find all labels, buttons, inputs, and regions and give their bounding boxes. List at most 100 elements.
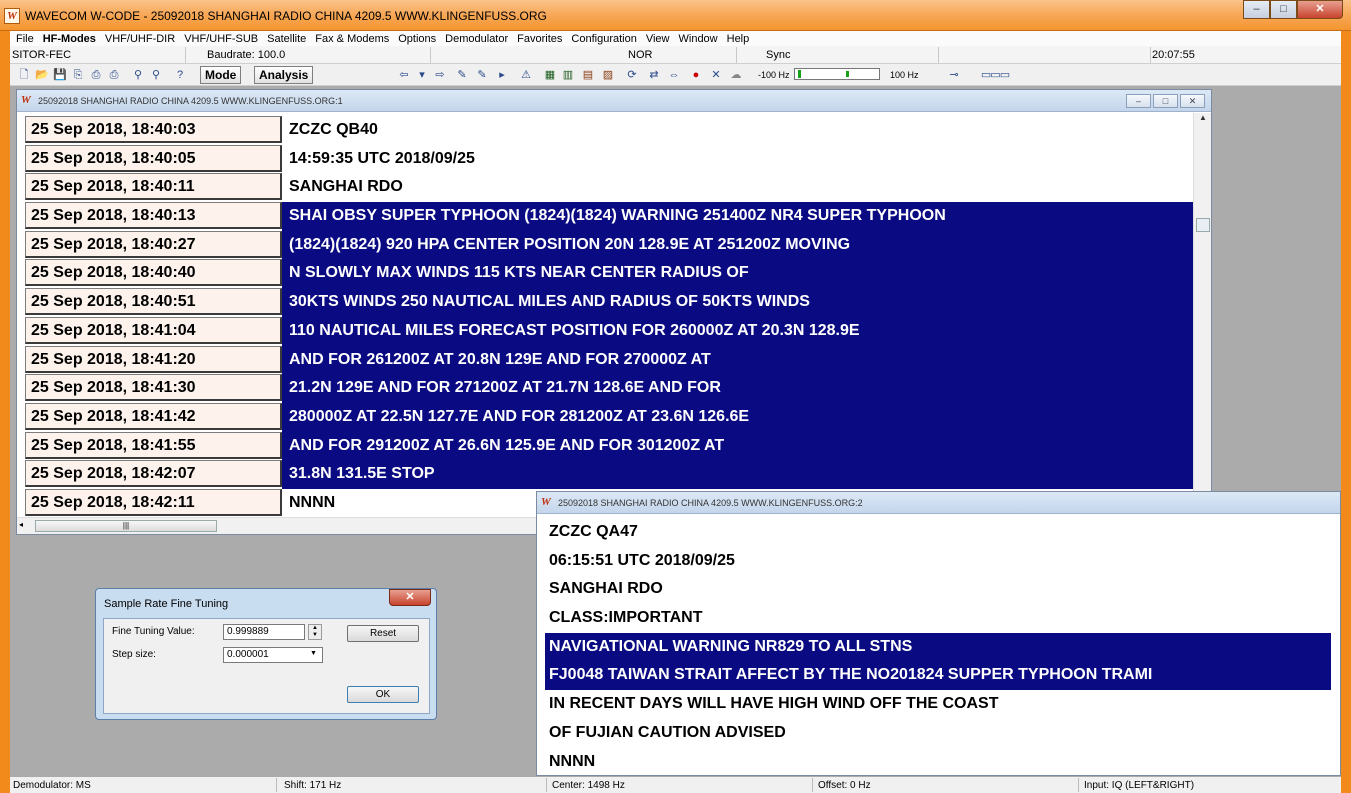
menu-satellite[interactable]: Satellite [267,33,306,45]
copy-icon[interactable]: ⎘ [70,67,86,83]
clear-all-icon[interactable]: ✎ [474,67,490,83]
child-close-button[interactable]: ✕ [1180,94,1205,108]
refresh-icon[interactable]: ⟳ [624,67,640,83]
list-item[interactable]: NNNN [545,748,1331,777]
play-icon[interactable]: ▸ [494,67,510,83]
minimize-button[interactable]: – [1243,0,1270,19]
zoom-slider-icon[interactable]: ⊸ [946,67,962,83]
table-row[interactable]: 25 Sep 2018, 18:40:11 SANGHAI RDO [25,173,1193,202]
menu-demodulator[interactable]: Demodulator [445,33,508,45]
timestamp-cell: 25 Sep 2018, 18:40:51 [25,288,282,316]
table-row[interactable]: 25 Sep 2018, 18:40:51 30KTS WINDS 250 NAU… [25,288,1193,317]
message-cell: 21.2N 129E AND FOR 271200Z AT 21.7N 128.… [282,374,1193,403]
message-cell: 14:59:35 UTC 2018/09/25 [289,149,475,167]
timestamp-cell: 25 Sep 2018, 18:40:11 [25,173,282,201]
scroll-left-icon[interactable]: ◂ [19,520,23,529]
clear-icon[interactable]: ✎ [454,67,470,83]
antenna-icon[interactable]: ⚠ [518,67,534,83]
message-cell: NAVIGATIONAL WARNING NR829 TO ALL STNS [545,632,1331,662]
arrow-down-icon[interactable]: ▾ [414,67,430,83]
timestamp-cell: 25 Sep 2018, 18:41:55 [25,431,282,459]
table-row[interactable]: 25 Sep 2018, 18:42:07 31.8N 131.5E STOP [25,460,1193,489]
list-item[interactable]: ZCZC QA47 [545,518,1331,547]
menu-options[interactable]: Options [398,33,436,45]
message-cell: 06:15:51 UTC 2018/09/25 [549,551,735,569]
list-item[interactable]: 06:15:51 UTC 2018/09/25 [545,547,1331,576]
lsb-usb-icon[interactable]: ⇄ [646,67,662,83]
timestamp-cell: 25 Sep 2018, 18:41:42 [25,402,282,430]
record-icon[interactable]: ● [688,67,704,83]
dialog-close-button[interactable]: ✕ [389,589,431,606]
menu-fax-modems[interactable]: Fax & Modems [315,33,389,45]
menu-help[interactable]: Help [727,33,750,45]
analysis-button[interactable]: Analysis [254,66,314,84]
table-row[interactable]: 25 Sep 2018, 18:41:42 280000Z AT 22.5N 12… [25,402,1193,432]
list-item[interactable]: IN RECENT DAYS WILL HAVE HIGH WIND OFF T… [545,690,1331,719]
list-item[interactable]: OF FUJIAN CAUTION ADVISED [545,719,1331,748]
fine-tuning-input[interactable]: 0.999889 [223,624,305,640]
scroll-thumb[interactable]: ||| [35,520,217,532]
list-item[interactable]: SANGHAI RDO [545,575,1331,604]
menu-vhf-uhf-sub[interactable]: VHF/UHF-SUB [184,33,258,45]
menu-file[interactable]: File [16,33,34,45]
arrow-left-icon[interactable]: ⇦ [396,67,412,83]
scroll-thumb[interactable] [1196,218,1210,232]
list-item[interactable]: NAVIGATIONAL WARNING NR829 TO ALL STNS [545,632,1331,662]
new-file-icon[interactable]: 🗋 [16,67,32,83]
sonagram-icon[interactable]: ▤ [580,67,596,83]
waterfall-icon[interactable]: ▥ [560,67,576,83]
open-folder-icon[interactable]: 📂 [34,67,50,83]
cloud-icon[interactable]: ☁ [728,67,744,83]
mute-icon[interactable]: ✕ [708,67,724,83]
ok-button[interactable]: OK [347,686,419,703]
table-row[interactable]: 25 Sep 2018, 18:40:40 N SLOWLY MAX WINDS … [25,259,1193,289]
menu-configuration[interactable]: Configuration [571,33,636,45]
print-icon[interactable]: ⎙ [106,67,122,83]
help-icon[interactable]: ? [172,67,188,83]
timestamp-cell: 25 Sep 2018, 18:40:05 [25,144,282,172]
list-item[interactable]: CLASS:IMPORTANT [545,604,1331,633]
chevron-down-icon[interactable]: ▼ [310,650,317,657]
spectrum-icon[interactable]: ▦ [542,67,558,83]
table-row[interactable]: 25 Sep 2018, 18:41:20 AND FOR 261200Z AT … [25,345,1193,375]
close-button[interactable]: ✕ [1297,0,1343,19]
menu-view[interactable]: View [646,33,670,45]
find-next-icon[interactable]: ⚲ [148,67,164,83]
dialog-body: Fine Tuning Value: 0.999889 ▲ ▼ Reset Ste… [103,618,430,714]
message-list: ZCZC QA47 06:15:51 UTC 2018/09/25 SANGHA… [545,518,1331,776]
table-row[interactable]: 25 Sep 2018, 18:41:30 21.2N 129E AND FOR … [25,374,1193,403]
reset-button[interactable]: Reset [347,625,419,642]
status-demodulator: Demodulator: MS [13,780,91,791]
print-preview-icon[interactable]: ⎙ [88,67,104,83]
mode-button[interactable]: Mode [200,66,242,84]
table-row[interactable]: 25 Sep 2018, 18:41:04 110 NAUTICAL MILES … [25,316,1193,346]
find-icon[interactable]: ⚲ [130,67,146,83]
menu-window[interactable]: Window [679,33,718,45]
step-size-select[interactable]: 0.000001 [223,647,323,663]
phase-plane-icon[interactable]: ▨ [600,67,616,83]
polarity-value: NOR [628,49,653,61]
maximize-button[interactable]: □ [1270,0,1297,19]
table-row[interactable]: 25 Sep 2018, 18:40:03 ZCZC QB40 [25,116,1193,145]
table-row[interactable]: 25 Sep 2018, 18:40:27 (1824)(1824) 920 HP… [25,230,1193,260]
menu-favorites[interactable]: Favorites [517,33,562,45]
child-restore-button[interactable]: □ [1153,94,1178,108]
arrow-right-icon[interactable]: ⇨ [432,67,448,83]
menu-hf-modes[interactable]: HF-Modes [43,33,96,45]
fb-icon[interactable]: ⇔ [666,67,682,83]
table-row[interactable]: 25 Sep 2018, 18:41:55 AND FOR 291200Z AT … [25,431,1193,461]
message-cell: 31.8N 131.5E STOP [282,460,1193,489]
menu-vhf-uhf-dir[interactable]: VHF/UHF-DIR [105,33,175,45]
spin-updown-icon[interactable]: ▲ ▼ [308,624,322,640]
list-item[interactable]: FJ0048 TAIWAN STRAIT AFFECT BY THE NO201… [545,661,1331,691]
child-minimize-button[interactable]: – [1126,94,1151,108]
scroll-up-icon[interactable]: ▲ [1194,113,1212,127]
scale-icon[interactable]: ▭▭▭ [970,67,1020,83]
table-row[interactable]: 25 Sep 2018, 18:40:13 SHAI OBSY SUPER TYP… [25,202,1193,231]
message-cell: 280000Z AT 22.5N 127.7E AND FOR 281200Z … [282,402,1193,432]
vertical-scrollbar[interactable]: ▲ [1193,113,1211,517]
save-icon[interactable]: 💾 [52,67,68,83]
table-row[interactable]: 25 Sep 2018, 18:40:05 14:59:35 UTC 2018/0… [25,144,1193,174]
mode-info-bar: SITOR-FEC Baudrate: 100.0 NOR Sync 20:07… [10,46,1341,64]
freq-high-label: 100 Hz [890,70,919,80]
